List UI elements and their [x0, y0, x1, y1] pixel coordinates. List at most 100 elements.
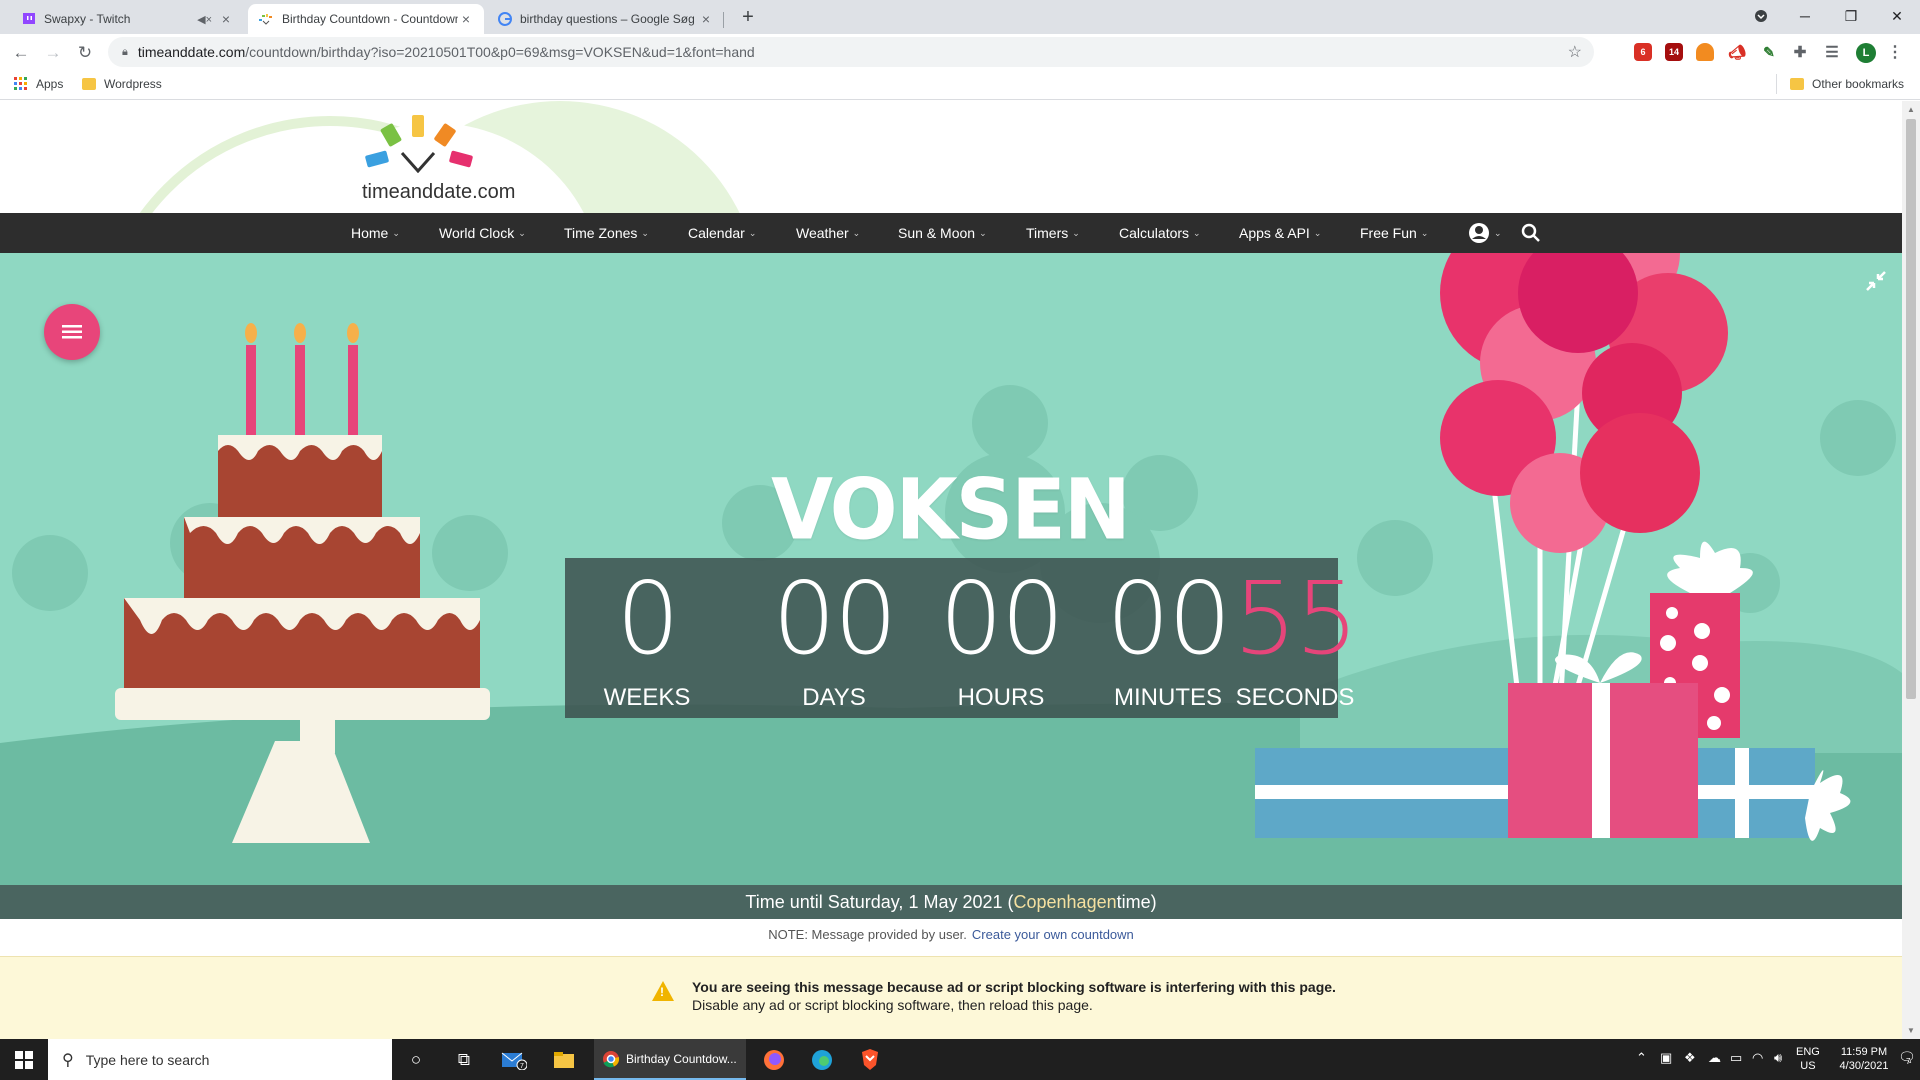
tab-title: Swapxy - Twitch: [44, 12, 131, 26]
scrollbar-thumb[interactable]: [1906, 119, 1916, 699]
extension-pen-icon[interactable]: ✎: [1760, 43, 1778, 61]
edge-icon[interactable]: [798, 1039, 846, 1080]
browser-toolbar: ← → ↻ 🔒︎ timeanddate.com/countdown/birth…: [0, 34, 1920, 70]
close-tab-icon[interactable]: ×: [218, 11, 234, 27]
bookmark-label: Wordpress: [104, 77, 162, 91]
task-view-icon[interactable]: ⧉: [440, 1039, 488, 1080]
warning-icon: !: [652, 981, 674, 1001]
weeks-label: WEEKS: [603, 684, 691, 711]
bookmark-wordpress[interactable]: Wordpress: [82, 77, 162, 91]
extension-shield-icon[interactable]: [1696, 43, 1714, 61]
restore-button[interactable]: ❐: [1828, 0, 1874, 32]
device-icon[interactable]: ▣: [1660, 1050, 1672, 1066]
tab-google-search[interactable]: birthday questions – Google Søg ×: [488, 4, 724, 34]
close-tab-icon[interactable]: ×: [698, 11, 714, 27]
clock-time: 11:59 PM: [1840, 1046, 1888, 1058]
nav-time-zones[interactable]: Time Zones ⌄: [564, 213, 649, 253]
nav-apps-api[interactable]: Apps & API ⌄: [1239, 213, 1321, 253]
url-path: /countdown/birthday?iso=20210501T00&p0=6…: [245, 44, 755, 60]
muted-speaker-icon[interactable]: ◀×: [197, 13, 212, 26]
nav-timers[interactable]: Timers ⌄: [1026, 213, 1080, 253]
close-window-button[interactable]: ✕: [1874, 0, 1920, 32]
account-icon[interactable]: ⌄: [1468, 213, 1502, 253]
start-button[interactable]: [0, 1039, 48, 1080]
scroll-down-icon[interactable]: ▼: [1907, 1026, 1915, 1035]
lock-icon: 🔒︎: [122, 45, 128, 58]
minimize-button[interactable]: ─: [1782, 0, 1828, 32]
nav-calendar[interactable]: Calendar ⌄: [688, 213, 756, 253]
new-tab-button[interactable]: +: [736, 6, 760, 30]
taskbar-search-placeholder: Type here to search: [85, 1051, 210, 1068]
search-icon[interactable]: [1521, 213, 1541, 253]
clock-date: 4/30/2021: [1839, 1060, 1889, 1072]
scroll-up-icon[interactable]: ▲: [1907, 105, 1915, 114]
cortana-icon[interactable]: ○: [392, 1039, 440, 1080]
reload-icon[interactable]: ↻: [72, 40, 98, 66]
wifi-icon[interactable]: ◠: [1752, 1050, 1763, 1066]
close-tab-icon[interactable]: ×: [458, 11, 474, 27]
hamburger-menu-button[interactable]: [44, 304, 100, 360]
nav-free-fun[interactable]: Free Fun ⌄: [1360, 213, 1428, 253]
clock[interactable]: 11:59 PM 4/30/2021: [1834, 1045, 1894, 1073]
hours-label: HOURS: [957, 684, 1045, 711]
address-bar[interactable]: 🔒︎ timeanddate.com/countdown/birthday?is…: [108, 37, 1594, 67]
adblock-warning-line2: Disable any ad or script blocking softwa…: [692, 997, 1093, 1013]
url-host: timeanddate.com: [137, 44, 246, 60]
nav-calculators[interactable]: Calculators ⌄: [1119, 213, 1201, 253]
firefox-icon[interactable]: [750, 1039, 798, 1080]
chrome-menu-icon[interactable]: ⋮: [1886, 43, 1904, 61]
volume-icon[interactable]: 🔊︎: [1774, 1050, 1782, 1066]
weeks-unit: 0 WEEKS: [567, 558, 727, 718]
hours-unit: 00 HOURS: [921, 558, 1081, 718]
cloud-icon[interactable]: ☁: [1708, 1050, 1721, 1066]
web-page: timeanddate.com Home ⌄ World Clock ⌄ Time …: [0, 101, 1902, 1039]
seconds-unit: 55 SECONDS: [1233, 558, 1358, 718]
forward-arrow-icon[interactable]: →: [40, 40, 66, 66]
target-suffix: time): [1116, 891, 1157, 912]
notifications-icon[interactable]: 🗨︎ 7: [1898, 1049, 1916, 1066]
brave-icon[interactable]: [846, 1039, 894, 1080]
dropbox-icon[interactable]: ❖: [1684, 1050, 1696, 1066]
extension-badge-icon[interactable]: 6: [1634, 43, 1652, 61]
battery-icon[interactable]: ▭: [1730, 1050, 1742, 1066]
hours-value: 00: [939, 560, 1064, 677]
language-indicator[interactable]: ENG US: [1796, 1045, 1820, 1073]
folder-icon: [1790, 78, 1804, 90]
tab-twitch[interactable]: Swapxy - Twitch ◀× ×: [12, 4, 244, 34]
timeanddate-icon: [259, 14, 272, 25]
tab-search-icon[interactable]: [1738, 0, 1784, 32]
profile-avatar[interactable]: L: [1856, 43, 1876, 63]
media-queue-icon[interactable]: ☰: [1823, 43, 1841, 61]
hamburger-icon: [62, 325, 82, 339]
nav-home[interactable]: Home ⌄: [351, 213, 400, 253]
city-link[interactable]: Copenhagen: [1014, 892, 1117, 913]
extension-badge-icon[interactable]: 14: [1665, 43, 1683, 61]
mail-icon[interactable]: 7: [490, 1039, 538, 1080]
page-scrollbar[interactable]: ▲ ▼: [1902, 101, 1920, 1039]
timeanddate-logo-icon: [365, 115, 473, 174]
show-hidden-icons-icon[interactable]: ⌃: [1636, 1050, 1647, 1066]
nav-weather[interactable]: Weather ⌄: [796, 213, 860, 253]
site-header: timeanddate.com: [0, 101, 1902, 213]
countdown-counter: 0 WEEKS 00 DAYS 00 HOURS 00 MINUTES 55 S…: [565, 558, 1359, 718]
nav-sun-moon[interactable]: Sun & Moon ⌄: [898, 213, 987, 253]
back-arrow-icon[interactable]: ←: [8, 40, 34, 66]
taskbar-search-box[interactable]: ⚲ Type here to search: [48, 1039, 392, 1080]
bookmark-apps[interactable]: Apps: [14, 77, 63, 91]
countdown-target-bar: Time until Saturday, 1 May 2021 (Copenha…: [0, 885, 1902, 919]
extension-megaphone-icon[interactable]: 📣︎: [1728, 43, 1746, 61]
tab-birthday-countdown[interactable]: Birthday Countdown - Countdown ×: [248, 4, 484, 34]
file-explorer-icon[interactable]: [540, 1039, 588, 1080]
exit-fullscreen-icon[interactable]: [1862, 267, 1890, 295]
taskbar-chrome-window[interactable]: Birthday Countdow...: [594, 1039, 746, 1080]
nav-world-clock[interactable]: World Clock ⌄: [439, 213, 526, 253]
site-logo[interactable]: [358, 113, 478, 174]
bookmark-star-icon[interactable]: ☆: [1568, 42, 1582, 62]
balloons-and-gifts-illustration: [1255, 253, 1851, 841]
bookmark-label: Apps: [36, 77, 64, 91]
create-countdown-link[interactable]: Create your own countdown: [972, 927, 1134, 942]
extensions-puzzle-icon[interactable]: ✚: [1791, 43, 1809, 61]
browser-tab-strip: Swapxy - Twitch ◀× × Birthday Countdown …: [0, 0, 1920, 34]
bookmark-other[interactable]: Other bookmarks: [1790, 77, 1904, 91]
note-text: NOTE: Message provided by user.: [768, 926, 967, 942]
